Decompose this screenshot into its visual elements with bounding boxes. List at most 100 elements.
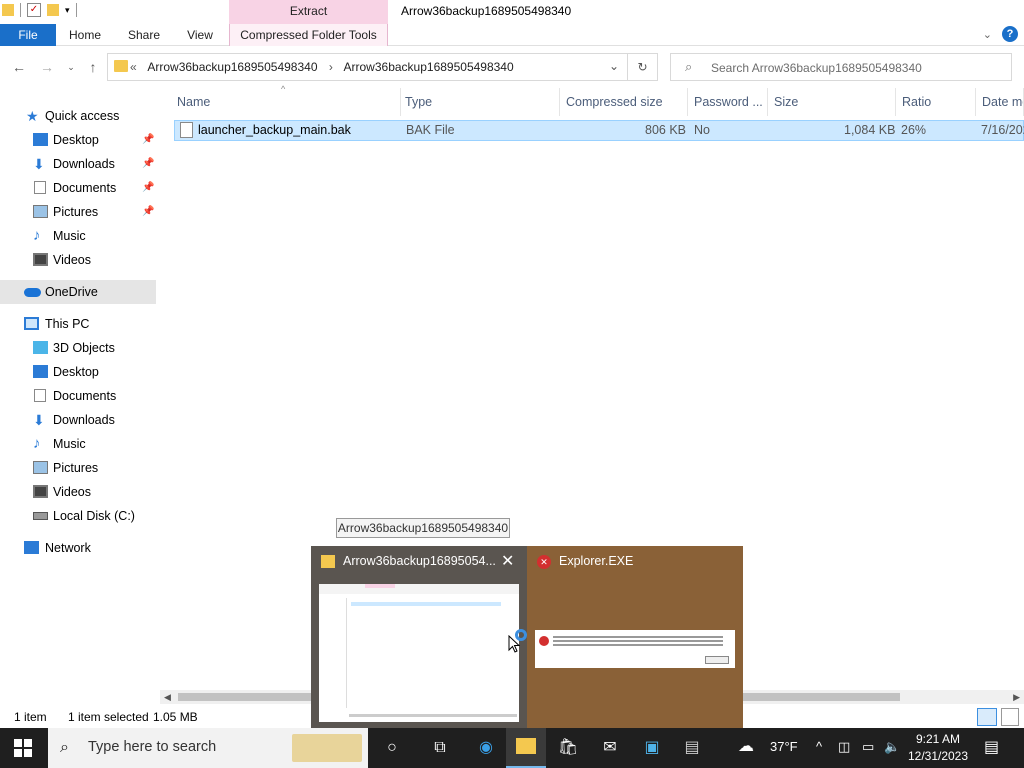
column-header-type[interactable]: Type: [401, 88, 560, 116]
overflow-chevron-icon[interactable]: «: [130, 60, 137, 74]
taskbar-search-input[interactable]: Type here to search: [88, 739, 216, 755]
search-box[interactable]: ⌕ Search Arrow36backup1689505498340: [670, 53, 1012, 81]
breadcrumb-separator-icon[interactable]: ›: [329, 60, 333, 74]
windows-start-icon[interactable]: [14, 739, 32, 757]
scroll-right-icon[interactable]: ▶: [1013, 690, 1020, 704]
nav-item-videos[interactable]: Videos: [0, 248, 156, 272]
system-clock[interactable]: 9:21 AM 12/31/2023: [900, 731, 976, 765]
forward-arrow-icon[interactable]: →: [38, 58, 56, 76]
clock-date: 12/31/2023: [907, 749, 969, 763]
search-input[interactable]: Search Arrow36backup1689505498340: [711, 61, 922, 75]
nav-this-pc[interactable]: This PC: [0, 312, 156, 336]
nav-quick-access[interactable]: ★ Quick access: [0, 104, 156, 128]
nav-item-downloads[interactable]: ⬇ Downloads: [0, 408, 156, 432]
table-row[interactable]: launcher_backup_main.bak BAK File 806 KB…: [174, 120, 1024, 141]
back-arrow-icon[interactable]: ←: [10, 58, 28, 76]
file-compressed-size: 806 KB: [645, 123, 687, 137]
nav-item-music[interactable]: ♪ Music: [0, 432, 156, 456]
download-icon: ⬇: [33, 156, 45, 172]
nav-network[interactable]: Network: [0, 536, 156, 560]
nav-item-documents[interactable]: Documents 📌: [0, 176, 156, 200]
nav-item-downloads[interactable]: ⬇ Downloads 📌: [0, 152, 156, 176]
address-dropdown-icon[interactable]: ⌄: [609, 59, 619, 73]
volume-icon[interactable]: 🔈: [884, 739, 900, 755]
archive-app-icon[interactable]: ▤: [680, 736, 704, 760]
address-bar[interactable]: « Arrow36backup1689505498340 › Arrow36ba…: [107, 53, 658, 81]
edge-icon[interactable]: ◉: [474, 736, 498, 760]
computer-icon: [24, 317, 39, 330]
column-header-ratio[interactable]: Ratio: [898, 88, 976, 116]
mail-icon[interactable]: ✉: [598, 736, 622, 760]
close-icon[interactable]: ✕: [501, 551, 514, 571]
search-highlight-icon: [292, 734, 362, 762]
notifications-icon[interactable]: ▤: [984, 737, 999, 757]
help-icon[interactable]: ?: [1002, 26, 1018, 42]
tab-view[interactable]: View: [184, 24, 216, 46]
app-icon[interactable]: ▣: [640, 736, 664, 760]
recent-locations-icon[interactable]: ⌄: [62, 58, 80, 76]
taskbar-file-explorer[interactable]: [506, 728, 546, 768]
thumbnail-explorer-window[interactable]: Arrow36backup16895054... ✕: [311, 546, 527, 728]
pin-icon: 📌: [142, 134, 155, 145]
details-view-icon[interactable]: [977, 708, 997, 726]
tab-file[interactable]: File: [0, 24, 56, 46]
customize-qat-icon[interactable]: ▾: [65, 5, 70, 16]
thumbnail-row: [351, 602, 501, 606]
column-header-compressed-size[interactable]: Compressed size: [562, 88, 688, 116]
nav-item-desktop[interactable]: Desktop: [0, 360, 156, 384]
task-view-icon[interactable]: ⧉: [428, 736, 452, 760]
column-header-password[interactable]: Password ...: [690, 88, 768, 116]
up-arrow-icon[interactable]: ↑: [84, 58, 102, 76]
large-icons-view-icon[interactable]: [1001, 708, 1019, 726]
nav-item-documents[interactable]: Documents: [0, 384, 156, 408]
context-tab-group: Extract: [229, 0, 388, 24]
nav-item-pictures[interactable]: Pictures: [0, 456, 156, 480]
scroll-left-icon[interactable]: ◀: [164, 690, 171, 704]
search-icon: ⌕: [685, 59, 693, 74]
tab-share[interactable]: Share: [124, 24, 164, 46]
cortana-icon[interactable]: ○: [380, 736, 404, 760]
weather-temp[interactable]: 37°F: [770, 739, 798, 754]
nav-item-music[interactable]: ♪ Music: [0, 224, 156, 248]
device-icon[interactable]: ◫: [838, 739, 850, 755]
taskbar-tooltip: Arrow36backup1689505498340: [336, 518, 510, 538]
search-icon: ⌕: [60, 739, 69, 756]
weather-icon[interactable]: ☁: [738, 736, 754, 756]
column-header-name[interactable]: Name: [173, 88, 401, 116]
thumbnail-error-dialog[interactable]: [535, 630, 735, 668]
tab-compressed-folder-tools[interactable]: Compressed Folder Tools: [229, 24, 388, 46]
breadcrumb-item[interactable]: Arrow36backup1689505498340: [344, 60, 514, 74]
nav-label: Documents: [53, 181, 117, 195]
nav-item-local-disk[interactable]: Local Disk (C:): [0, 504, 156, 528]
nav-item-3d-objects[interactable]: 3D Objects: [0, 336, 156, 360]
quick-access-toolbar: ✓ ▾: [2, 3, 77, 17]
column-header-date-modified[interactable]: Date mo: [978, 88, 1024, 116]
pin-icon: 📌: [142, 182, 155, 193]
tab-home[interactable]: Home: [66, 24, 104, 46]
network-icon[interactable]: ▭: [862, 739, 874, 755]
nav-onedrive[interactable]: OneDrive: [0, 280, 156, 304]
folder-icon[interactable]: [2, 4, 14, 16]
store-icon[interactable]: 🛍: [556, 736, 580, 760]
file-password: No: [694, 123, 710, 137]
expand-ribbon-icon[interactable]: ⌄: [983, 28, 992, 41]
pictures-icon: [33, 205, 48, 218]
clock-time: 9:21 AM: [915, 732, 961, 746]
videos-icon: [33, 253, 48, 266]
refresh-icon[interactable]: ↻: [627, 54, 657, 80]
taskbar-search-box[interactable]: ⌕ Type here to search: [48, 728, 368, 768]
selected-size: 1.05 MB: [153, 710, 198, 724]
thumbnail-nav-pane: [319, 598, 347, 708]
show-hidden-icons-icon[interactable]: ^: [816, 739, 822, 754]
column-header-size[interactable]: Size: [770, 88, 896, 116]
properties-icon[interactable]: ✓: [27, 3, 41, 17]
nav-item-videos[interactable]: Videos: [0, 480, 156, 504]
cube-icon: [33, 341, 48, 354]
breadcrumb-item[interactable]: Arrow36backup1689505498340: [147, 60, 317, 74]
nav-item-pictures[interactable]: Pictures 📌: [0, 200, 156, 224]
navigation-pane: ★ Quick access Desktop 📌 ⬇ Downloads 📌 D…: [0, 100, 160, 690]
new-folder-icon[interactable]: [47, 4, 59, 16]
nav-label: Downloads: [53, 157, 115, 171]
nav-item-desktop[interactable]: Desktop 📌: [0, 128, 156, 152]
nav-label: Desktop: [53, 365, 99, 379]
